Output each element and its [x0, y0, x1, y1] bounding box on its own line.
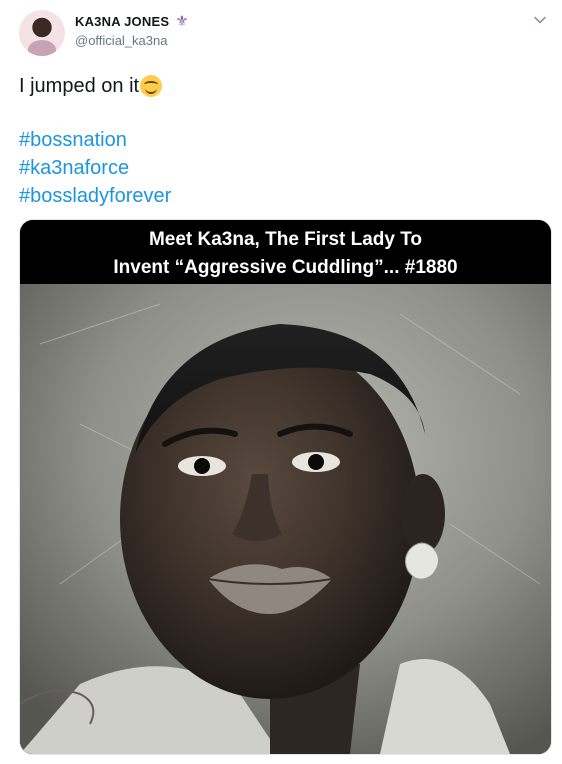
fleur-de-lis-icon: ⚜ [175, 13, 189, 30]
tweet-body: I jumped on it [19, 75, 140, 97]
author-display-name[interactable]: KA3NA JONES [75, 14, 169, 29]
tweet-card: KA3NA JONES ⚜ @official_ka3na I jumped o… [0, 0, 562, 764]
author-handle[interactable]: @official_ka3na [75, 33, 167, 48]
smiling-face-icon [140, 75, 163, 97]
hashtag-link[interactable]: #bossladyforever [19, 182, 171, 210]
chevron-down-icon[interactable] [532, 12, 548, 28]
hashtag-list: #bossnation #ka3naforce #bossladyforever [19, 126, 171, 210]
avatar[interactable] [19, 10, 65, 56]
tweet-media[interactable]: Meet Ka3na, The First Lady To Invent “Ag… [19, 219, 552, 755]
caption-line-1: Meet Ka3na, The First Lady To [148, 229, 423, 250]
media-caption: Meet Ka3na, The First Lady To Invent “Ag… [20, 220, 551, 284]
author-name-row: KA3NA JONES ⚜ [75, 14, 189, 29]
portrait-photo [20, 284, 551, 754]
hashtag-link[interactable]: #bossnation [19, 126, 171, 154]
tweet-text: I jumped on it [19, 72, 163, 100]
caption-line-2: Invent “Aggressive Cuddling”... #1880 [113, 257, 458, 278]
hashtag-link[interactable]: #ka3naforce [19, 154, 171, 182]
